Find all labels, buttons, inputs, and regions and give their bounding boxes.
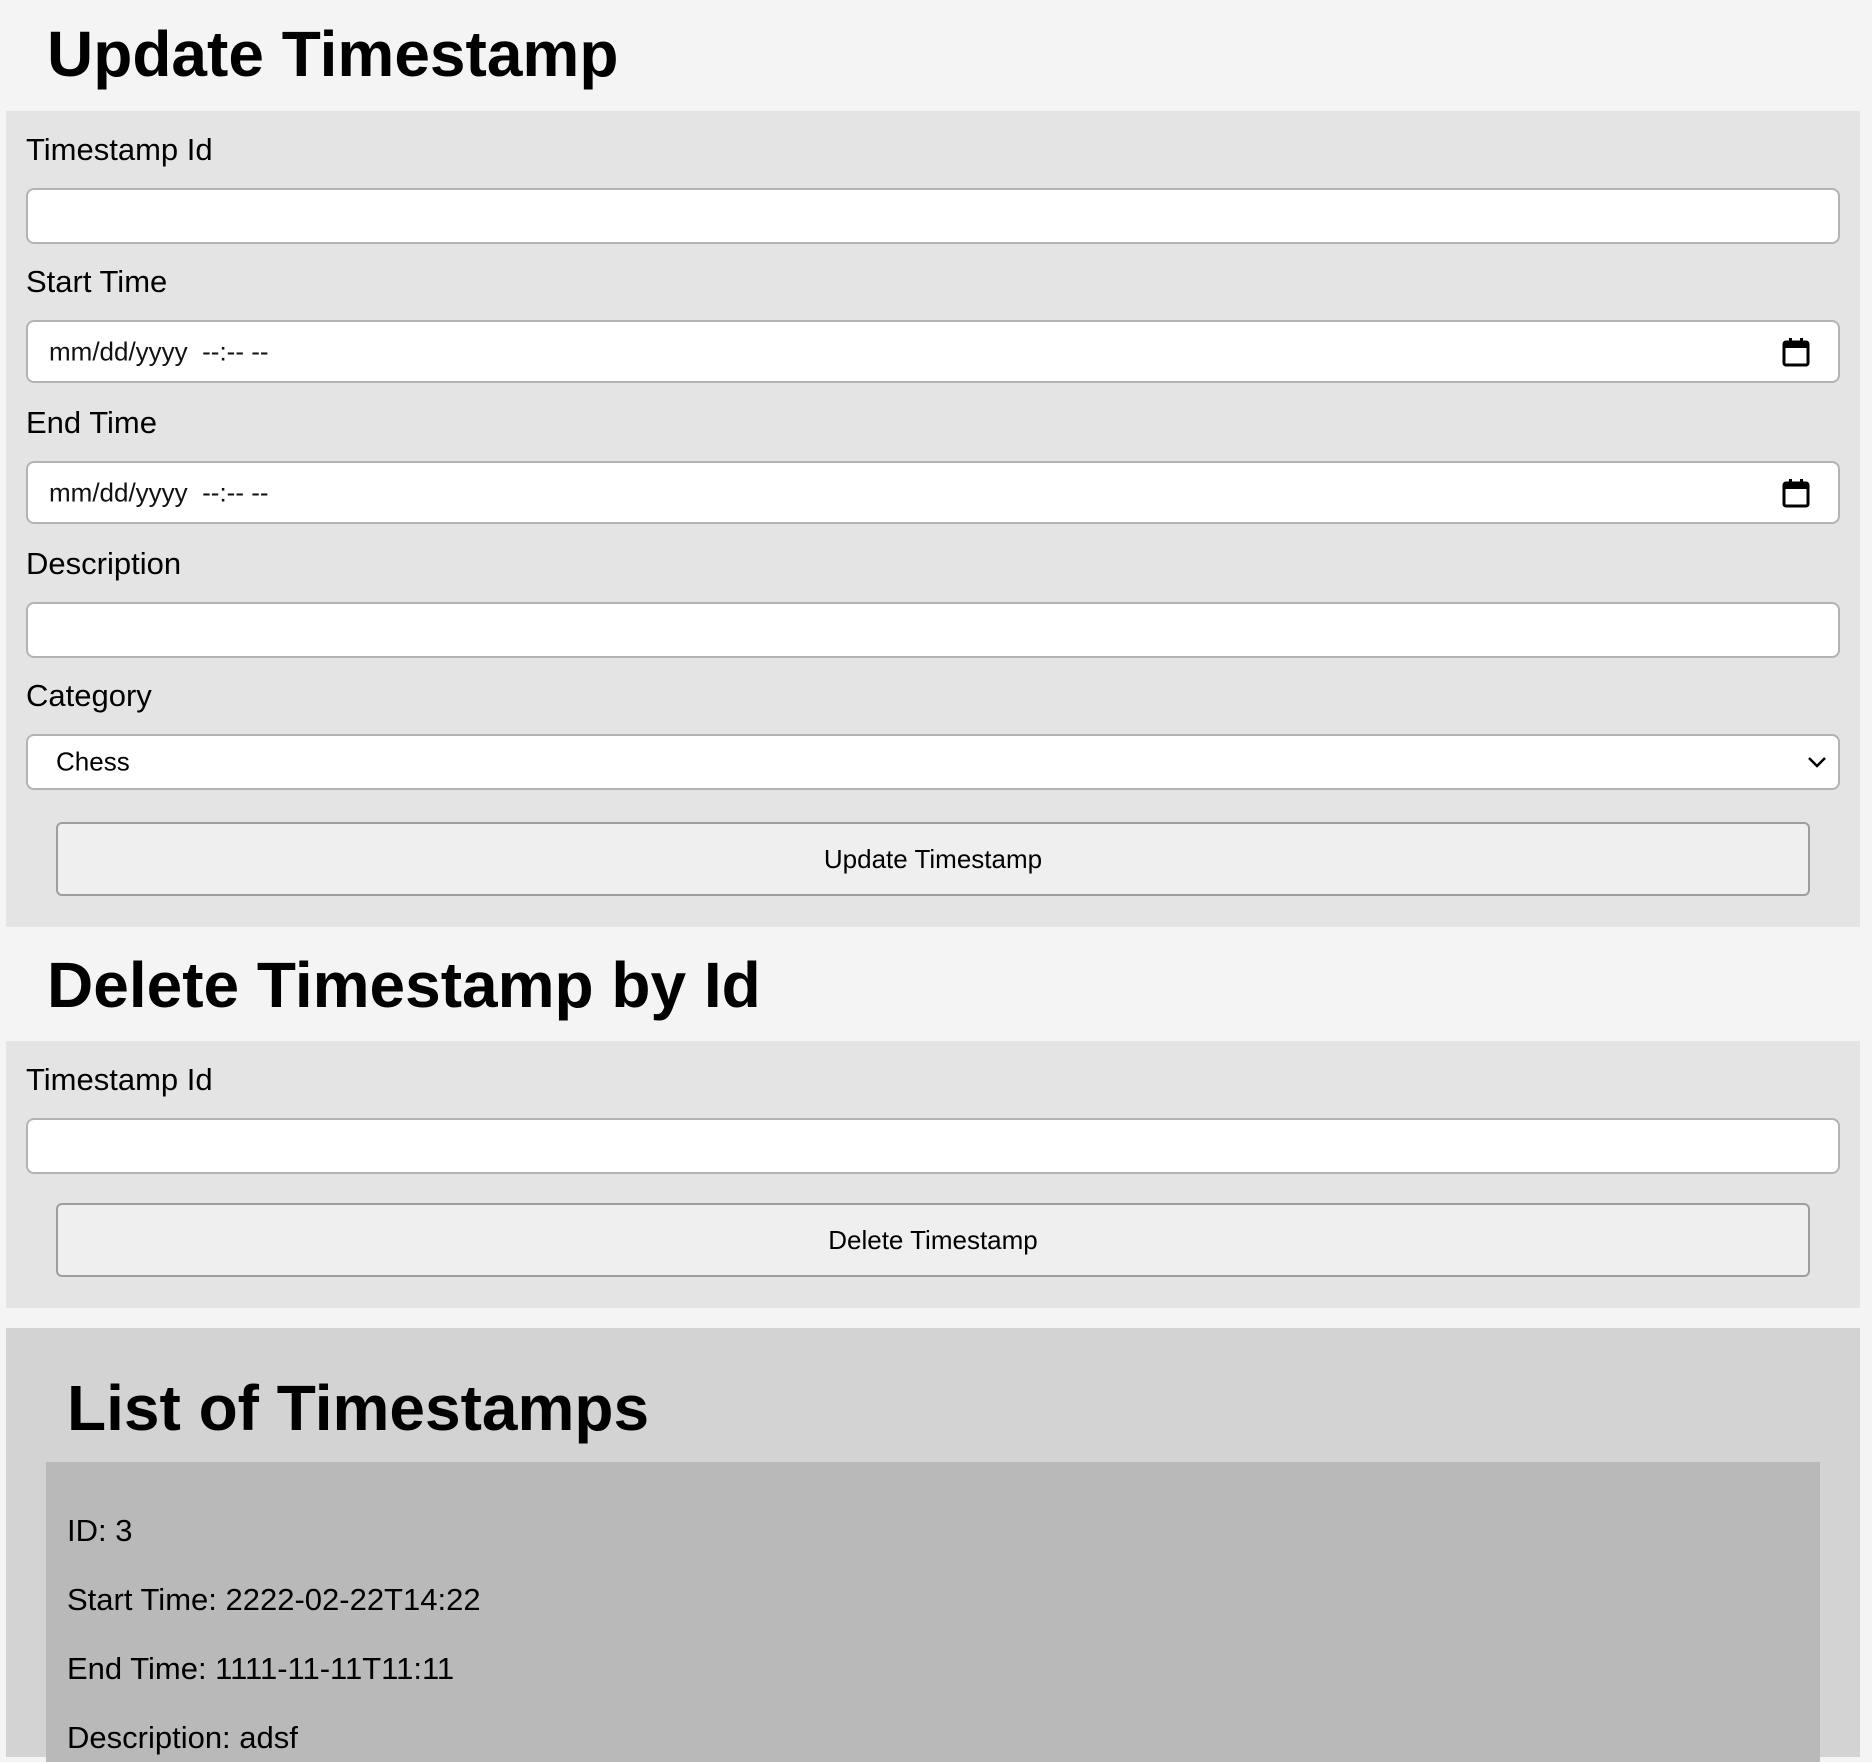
delete-timestamp-id-input[interactable] — [26, 1118, 1840, 1174]
delete-timestamp-form: Timestamp Id Delete Timestamp — [6, 1041, 1860, 1308]
start-time-placeholder: mm/dd/yyyy --:-- -- — [49, 336, 269, 366]
update-timestamp-id-input[interactable] — [26, 188, 1840, 244]
timestamp-id-label: Timestamp Id — [26, 132, 213, 167]
update-timestamp-form: Timestamp Id Start Time mm/dd/yyyy --:--… — [6, 111, 1860, 927]
category-label: Category — [26, 678, 152, 713]
calendar-icon[interactable] — [1782, 478, 1810, 508]
timestamp-description-text: Description: adsf — [67, 1720, 298, 1755]
update-timestamp-title: Update Timestamp — [47, 18, 619, 90]
delete-timestamp-id-label: Timestamp Id — [26, 1062, 213, 1097]
timestamp-list-section: List of Timestamps ID: 3 Start Time: 222… — [6, 1328, 1860, 1762]
timestamp-id-text: ID: 3 — [67, 1513, 133, 1548]
end-time-input[interactable]: mm/dd/yyyy --:-- -- — [26, 461, 1840, 524]
timestamp-list-title: List of Timestamps — [67, 1372, 650, 1444]
category-selected-value: Chess — [56, 746, 130, 777]
timestamp-end-text: End Time: 1111-11-11T11:11 — [67, 1651, 455, 1686]
delete-timestamp-button[interactable]: Delete Timestamp — [56, 1203, 1810, 1277]
list-item: ID: 3 Start Time: 2222-02-22T14:22 End T… — [46, 1462, 1820, 1762]
update-timestamp-button[interactable]: Update Timestamp — [56, 822, 1810, 896]
description-input[interactable] — [26, 602, 1840, 658]
calendar-icon[interactable] — [1782, 337, 1810, 367]
category-select[interactable]: Chess — [26, 734, 1840, 790]
chevron-down-icon — [1808, 757, 1826, 768]
end-time-label: End Time — [26, 405, 157, 440]
delete-timestamp-title: Delete Timestamp by Id — [47, 949, 761, 1021]
start-time-label: Start Time — [26, 264, 168, 299]
description-label: Description — [26, 546, 182, 581]
end-time-placeholder: mm/dd/yyyy --:-- -- — [49, 477, 269, 507]
start-time-input[interactable]: mm/dd/yyyy --:-- -- — [26, 320, 1840, 383]
timestamp-start-text: Start Time: 2222-02-22T14:22 — [67, 1582, 481, 1617]
